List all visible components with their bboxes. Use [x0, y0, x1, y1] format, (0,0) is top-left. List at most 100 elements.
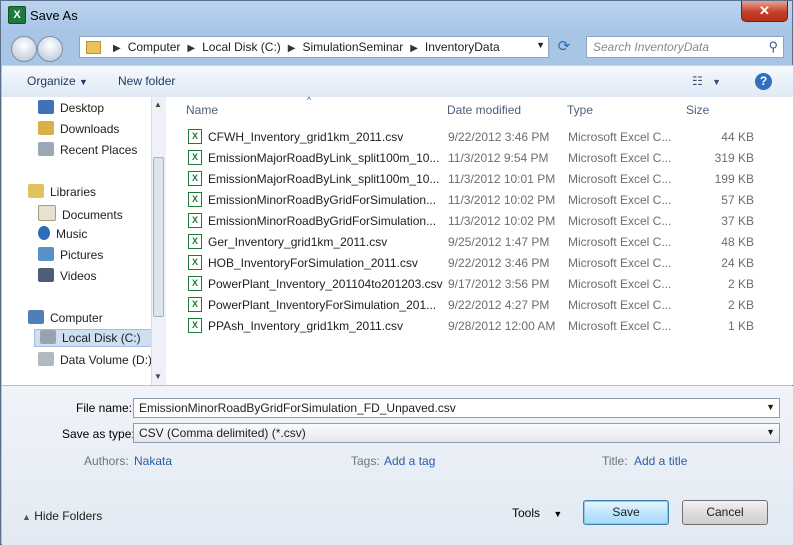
- file-size: 24 KB: [721, 256, 754, 270]
- file-type: Microsoft Excel C...: [568, 298, 672, 312]
- nav-item-computer[interactable]: Computer: [28, 310, 103, 328]
- table-row[interactable]: X PPAsh_Inventory_grid1km_2011.csv 9/28/20…: [185, 316, 783, 337]
- address-bar[interactable]: ▶ Computer ▶ Local Disk (C:) ▶ SimulationSemi…: [79, 36, 549, 58]
- documents-icon: [38, 205, 56, 221]
- nav-item-libraries[interactable]: Libraries: [28, 184, 96, 202]
- refresh-icon[interactable]: ⟳: [554, 37, 574, 57]
- search-input[interactable]: Search InventoryData ⚲: [586, 36, 784, 58]
- table-row[interactable]: X EmissionMajorRoadByLink_split100m_10...…: [185, 148, 783, 169]
- file-name-field[interactable]: EmissionMinorRoadByGridForSimulation_FD_…: [133, 398, 780, 418]
- nav-item-downloads[interactable]: Downloads: [38, 121, 119, 139]
- breadcrumb-inventory-data[interactable]: InventoryData: [425, 40, 500, 54]
- nav-item-local-disk[interactable]: Local Disk (C:): [34, 329, 160, 347]
- table-row[interactable]: X CFWH_Inventory_grid1km_2011.csv 9/22/201…: [185, 127, 783, 148]
- excel-file-icon: X: [188, 276, 202, 291]
- videos-icon: [38, 268, 54, 282]
- file-name: HOB_InventoryForSimulation_2011.csv: [208, 256, 418, 270]
- search-icon[interactable]: ⚲: [768, 39, 778, 55]
- file-date: 11/3/2012 10:02 PM: [448, 214, 556, 228]
- scroll-up-icon[interactable]: ▲: [154, 100, 162, 109]
- file-name: PowerPlant_Inventory_201104to201203.csv: [208, 277, 443, 291]
- chevron-down-icon: ▼: [79, 77, 88, 87]
- tools-label: Tools: [512, 506, 541, 520]
- recent-places-icon: [38, 142, 54, 156]
- table-row[interactable]: X EmissionMinorRoadByGridForSimulation...…: [185, 211, 783, 232]
- nav-item-label: Videos: [60, 269, 97, 283]
- table-row[interactable]: X EmissionMinorRoadByGridForSimulation...…: [185, 190, 783, 211]
- navigation-scrollbar[interactable]: ▲ ▼: [151, 97, 166, 385]
- nav-item-label: Recent Places: [60, 143, 138, 157]
- scroll-down-icon[interactable]: ▼: [154, 372, 162, 381]
- file-date: 11/3/2012 10:01 PM: [448, 172, 556, 186]
- excel-icon: X: [8, 6, 26, 24]
- table-row[interactable]: X PowerPlant_InventoryForSimulation_201..…: [185, 295, 783, 316]
- save-button[interactable]: Save: [583, 500, 669, 525]
- browser-pane: Desktop Downloads Recent Places Librarie…: [2, 95, 793, 385]
- organize-button[interactable]: Organize ▼: [27, 74, 88, 88]
- chevron-up-icon: ▲: [22, 512, 31, 522]
- view-options-button[interactable]: ☷ ▼: [692, 74, 721, 88]
- breadcrumb-local-disk[interactable]: Local Disk (C:): [202, 40, 281, 54]
- new-folder-button[interactable]: New folder: [118, 74, 175, 88]
- column-header-type[interactable]: Type: [567, 103, 593, 117]
- file-name: PPAsh_Inventory_grid1km_2011.csv: [208, 319, 403, 333]
- cancel-button[interactable]: Cancel: [682, 500, 768, 525]
- window-title: Save As: [30, 8, 78, 23]
- nav-item-pictures[interactable]: Pictures: [38, 247, 103, 265]
- save-options-panel: File name: EmissionMinorRoadByGridForSim…: [2, 386, 793, 545]
- back-button[interactable]: [11, 36, 37, 62]
- nav-item-music[interactable]: Music: [38, 226, 87, 244]
- nav-item-label: Computer: [50, 311, 103, 325]
- music-icon: [38, 226, 50, 240]
- nav-item-label: Downloads: [60, 122, 120, 136]
- file-list: Name ^ Date modified Type Size X CFWH_Inv…: [172, 95, 793, 385]
- nav-item-data-volume[interactable]: Data Volume (D:): [38, 352, 152, 370]
- chevron-down-icon[interactable]: ▼: [766, 427, 775, 437]
- file-name: CFWH_Inventory_grid1km_2011.csv: [208, 130, 404, 144]
- column-header-name[interactable]: Name: [186, 103, 218, 117]
- chevron-right-icon[interactable]: ▶: [288, 43, 296, 54]
- table-row[interactable]: X EmissionMajorRoadByLink_split100m_10...…: [185, 169, 783, 190]
- table-row[interactable]: X HOB_InventoryForSimulation_2011.csv 9/22…: [185, 253, 783, 274]
- authors-field[interactable]: Nakata: [134, 454, 172, 468]
- nav-buttons: [11, 36, 67, 62]
- file-type: Microsoft Excel C...: [568, 130, 672, 144]
- file-size: 48 KB: [721, 235, 754, 249]
- excel-file-icon: X: [188, 150, 202, 165]
- tools-button[interactable]: Tools ▼: [512, 506, 562, 520]
- nav-item-recent-places[interactable]: Recent Places: [38, 142, 137, 160]
- chevron-right-icon[interactable]: ▶: [187, 43, 195, 54]
- nav-item-label: Data Volume (D:): [60, 353, 153, 367]
- libraries-icon: [28, 184, 44, 198]
- nav-item-desktop[interactable]: Desktop: [38, 100, 104, 118]
- save-as-type-select[interactable]: CSV (Comma delimited) (*.csv) ▼: [133, 423, 780, 443]
- breadcrumb-simulation-seminar[interactable]: SimulationSeminar: [302, 40, 403, 54]
- breadcrumb-computer[interactable]: Computer: [128, 40, 181, 54]
- title-field[interactable]: Add a title: [634, 454, 687, 468]
- column-header-size[interactable]: Size: [686, 103, 709, 117]
- breadcrumb: ▶ Computer ▶ Local Disk (C:) ▶ SimulationSemi…: [106, 40, 500, 54]
- forward-button[interactable]: [37, 36, 63, 62]
- folder-icon: [86, 41, 101, 54]
- nav-item-documents[interactable]: Documents: [38, 205, 123, 223]
- tags-field[interactable]: Add a tag: [384, 454, 435, 468]
- table-row[interactable]: X PowerPlant_Inventory_201104to201203.csv…: [185, 274, 783, 295]
- close-button[interactable]: ✕: [741, 1, 788, 22]
- file-type: Microsoft Excel C...: [568, 319, 672, 333]
- table-row[interactable]: X Ger_Inventory_grid1km_2011.csv 9/25/2012…: [185, 232, 783, 253]
- file-date: 9/22/2012 3:46 PM: [448, 256, 550, 270]
- nav-item-label: Documents: [62, 208, 123, 222]
- chevron-right-icon[interactable]: ▶: [410, 43, 418, 54]
- file-date: 11/3/2012 10:02 PM: [448, 193, 556, 207]
- nav-item-videos[interactable]: Videos: [38, 268, 96, 286]
- scrollbar-thumb[interactable]: [153, 157, 164, 317]
- file-name-label: File name:: [76, 401, 133, 415]
- chevron-down-icon[interactable]: ▼: [766, 402, 775, 412]
- column-header-date[interactable]: Date modified: [447, 103, 521, 117]
- chevron-down-icon[interactable]: ▼: [536, 40, 545, 50]
- help-icon[interactable]: ?: [755, 73, 772, 90]
- chevron-down-icon: ▼: [553, 509, 563, 519]
- excel-file-icon: X: [188, 318, 202, 333]
- hide-folders-button[interactable]: ▲ Hide Folders: [22, 509, 102, 523]
- file-type: Microsoft Excel C...: [568, 193, 672, 207]
